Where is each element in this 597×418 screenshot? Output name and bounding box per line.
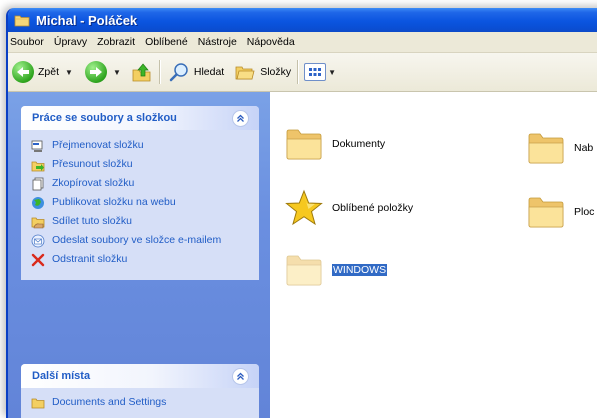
task-pane: Práce se soubory a složkou Přejmenovat s… <box>8 92 270 418</box>
folder-icon <box>286 255 322 286</box>
collapse-icon[interactable] <box>232 367 249 385</box>
menu-upravy[interactable]: Úpravy <box>50 36 93 48</box>
search-icon <box>169 63 188 82</box>
other-places-panel: Další místa Documents and Settings <box>21 364 259 418</box>
task-label: Zkopírovat složku <box>52 177 135 189</box>
toolbar: Zpět ▼ ▼ Hledat Složky ▼ <box>8 53 597 92</box>
file-item-nab[interactable]: Nab <box>526 130 593 166</box>
toolbar-separator <box>297 60 299 84</box>
views-dropdown-icon[interactable]: ▼ <box>328 68 336 77</box>
panel-body: Přejmenovat složku Přesunout složku Zkop… <box>21 130 259 280</box>
forward-button[interactable]: ▼ <box>84 61 121 83</box>
file-item-windows[interactable]: WINDOWS <box>284 252 388 288</box>
email-icon <box>31 234 45 248</box>
menu-nastroje[interactable]: Nástroje <box>194 36 243 48</box>
folder-icon <box>286 129 322 160</box>
task-copy-folder[interactable]: Zkopírovat složku <box>31 177 253 191</box>
file-item-oblibene-polozky[interactable]: Oblíbené položky <box>284 188 413 228</box>
panel-header[interactable]: Práce se soubory a složkou <box>21 106 259 130</box>
menu-zobrazit[interactable]: Zobrazit <box>93 36 141 48</box>
explorer-window: Michal - Poláček Soubor Úpravy Zobrazit … <box>6 8 597 418</box>
views-button[interactable]: ▼ <box>304 63 336 81</box>
folder-icon <box>528 197 564 228</box>
collapse-icon[interactable] <box>232 109 249 127</box>
file-label: WINDOWS <box>332 264 388 276</box>
file-list: Dokumenty Oblíbené položky WINDOWS Nab P… <box>270 92 597 418</box>
file-item-dokumenty[interactable]: Dokumenty <box>284 126 385 162</box>
task-email-files[interactable]: Odeslat soubory ve složce e-mailem <box>31 234 253 248</box>
menu-bar: Soubor Úpravy Zobrazit Oblíbené Nástroje… <box>8 32 597 53</box>
search-button[interactable]: Hledat <box>168 61 224 83</box>
place-label: Documents and Settings <box>52 396 167 408</box>
search-label: Hledat <box>193 66 225 78</box>
task-share-folder[interactable]: Sdílet tuto složku <box>31 215 253 229</box>
panel-title: Další místa <box>32 370 91 382</box>
folders-icon <box>235 66 255 80</box>
title-bar[interactable]: Michal - Poláček <box>8 8 597 32</box>
window-title: Michal - Poláček <box>36 12 138 28</box>
delete-icon <box>31 253 45 267</box>
task-publish-web[interactable]: Publikovat složku na webu <box>31 196 253 210</box>
task-label: Přesunout složku <box>52 158 133 170</box>
task-label: Publikovat složku na webu <box>52 196 176 208</box>
back-button[interactable]: Zpět ▼ <box>12 61 73 83</box>
back-dropdown-icon[interactable]: ▼ <box>65 68 73 77</box>
panel-body: Documents and Settings <box>21 388 259 418</box>
task-label: Odeslat soubory ve složce e-mailem <box>52 234 222 246</box>
task-label: Sdílet tuto složku <box>52 215 132 227</box>
globe-icon <box>32 197 44 209</box>
task-label: Přejmenovat složku <box>52 139 144 151</box>
panel-title: Práce se soubory a složkou <box>32 112 177 124</box>
file-folder-tasks-panel: Práce se soubory a složkou Přejmenovat s… <box>21 106 259 280</box>
task-label: Odstranit složku <box>52 253 128 265</box>
panel-header[interactable]: Další místa <box>21 364 259 388</box>
forward-arrow-icon <box>84 61 107 83</box>
file-label: Nab <box>574 142 594 154</box>
star-icon <box>285 189 323 226</box>
copy-icon <box>32 177 44 191</box>
file-label: Ploc <box>574 206 595 218</box>
folders-button[interactable]: Složky <box>234 62 291 82</box>
menu-soubor[interactable]: Soubor <box>8 36 50 48</box>
forward-dropdown-icon[interactable]: ▼ <box>113 68 121 77</box>
folders-label: Složky <box>260 66 292 78</box>
up-folder-button[interactable] <box>131 61 153 83</box>
folder-icon <box>14 15 30 27</box>
file-item-ploc[interactable]: Ploc <box>526 194 594 230</box>
views-icon <box>304 63 327 81</box>
file-label: Dokumenty <box>332 138 386 150</box>
share-icon <box>31 217 45 229</box>
back-label: Zpět <box>38 66 60 78</box>
menu-napoveda[interactable]: Nápověda <box>243 36 301 48</box>
toolbar-separator <box>158 60 160 84</box>
up-folder-icon <box>132 63 151 82</box>
folder-icon <box>528 133 564 164</box>
back-arrow-icon <box>12 61 34 83</box>
menu-oblibene[interactable]: Oblíbené <box>141 36 194 48</box>
file-label: Oblíbené položky <box>332 202 414 214</box>
task-delete-folder[interactable]: Odstranit složku <box>31 253 253 267</box>
task-move-folder[interactable]: Přesunout složku <box>31 158 253 172</box>
rename-icon <box>31 140 43 152</box>
task-rename-folder[interactable]: Přejmenovat složku <box>31 139 253 153</box>
move-folder-icon <box>31 161 45 172</box>
